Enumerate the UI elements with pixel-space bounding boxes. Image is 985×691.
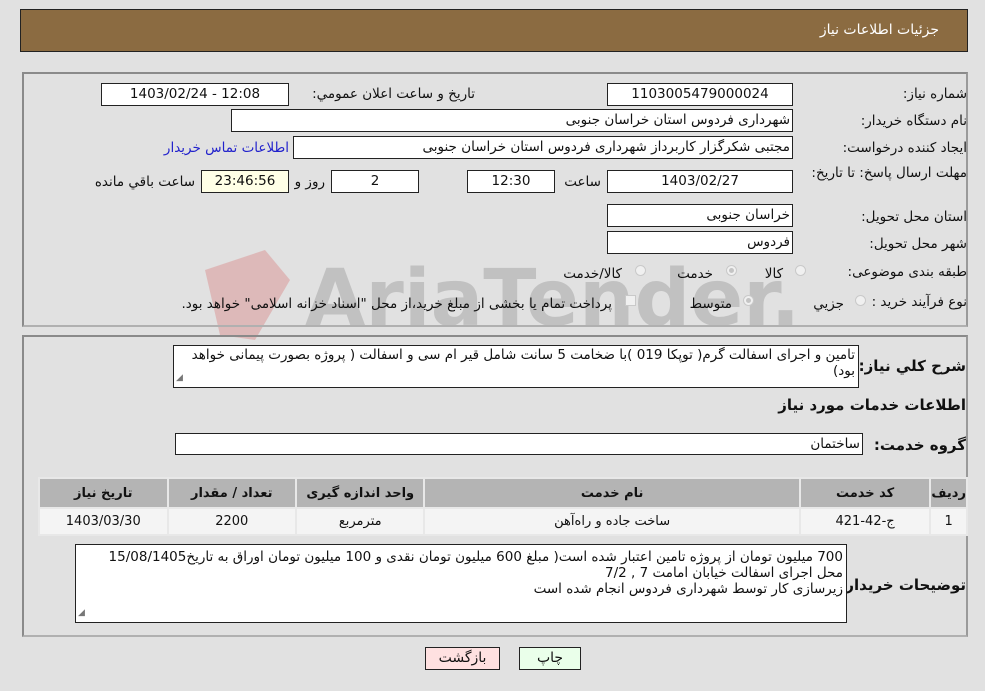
- buyer-notes-textarea[interactable]: 700 میلیون تومان از پروژه تامین اعتبار ش…: [75, 544, 847, 623]
- description-label: شرح كلي نياز:: [858, 357, 966, 375]
- description-text: تامین و اجرای اسفالت گرم( توپکا 019 )با …: [191, 347, 855, 379]
- requester-field: مجتبی شکرگزار کاربرداز شهرداری فردوس است…: [293, 136, 793, 159]
- announce-datetime-label: تاریخ و ساعت اعلان عمومي:: [312, 86, 475, 102]
- deadline-date-field: 1403/02/27: [607, 170, 793, 193]
- purchase-type-option-minor: جزيي: [813, 296, 844, 312]
- need-number-field: 1103005479000024: [607, 83, 793, 106]
- col-quantity: تعداد / مقدار: [168, 479, 295, 507]
- purchase-type-label: نوع فرآیند خرید :: [871, 294, 967, 310]
- need-number-label: شماره نیاز:: [902, 86, 967, 102]
- services-table: ردیف کد خدمت نام خدمت واحد اندازه گیری ت…: [38, 477, 968, 536]
- requester-label: ایجاد کننده درخواست:: [842, 140, 967, 156]
- treasury-checkbox[interactable]: [625, 295, 636, 306]
- delivery-province-label: استان محل تحویل:: [861, 209, 967, 225]
- cell-row-number: 1: [931, 509, 966, 534]
- buyer-org-field: شهرداری فردوس استان خراسان جنوبی: [231, 109, 793, 132]
- col-service-code: کد خدمت: [800, 479, 930, 507]
- cell-unit: مترمربع: [296, 509, 424, 534]
- category-option-goods: کالا: [764, 266, 783, 282]
- cell-service-code: ج-42-421: [800, 509, 930, 534]
- col-unit: واحد اندازه گیری: [296, 479, 424, 507]
- resize-grip-icon[interactable]: ◢: [176, 370, 183, 386]
- description-textarea[interactable]: تامین و اجرای اسفالت گرم( توپکا 019 )با …: [173, 345, 859, 388]
- page-header: جزئیات اطلاعات نیاز: [20, 9, 968, 52]
- services-table-header: ردیف کد خدمت نام خدمت واحد اندازه گیری ت…: [40, 479, 966, 507]
- delivery-province-field: خراسان جنوبی: [607, 204, 793, 227]
- buyer-org-label: نام دستگاه خریدار:: [860, 113, 967, 129]
- treasury-checkbox-label: پرداخت تمام یا بخشی از مبلغ خرید،از محل …: [181, 296, 612, 312]
- buyer-contact-link[interactable]: اطلاعات تماس خریدار: [164, 140, 289, 156]
- days-label: روز و: [294, 174, 325, 190]
- delivery-city-field: فردوس: [607, 231, 793, 254]
- buyer-notes-line: زیرسازی کار توسط شهرداری فردوس انجام شده…: [533, 581, 843, 597]
- col-row-number: ردیف: [931, 479, 966, 507]
- cell-service-name: ساخت جاده و راه‌آهن: [425, 509, 799, 534]
- announce-datetime-field: 1403/02/24 - 12:08: [101, 83, 289, 106]
- category-label: طبقه بندی موضوعی:: [847, 264, 967, 280]
- delivery-city-label: شهر محل تحویل:: [869, 236, 967, 252]
- cell-quantity: 2200: [168, 509, 295, 534]
- services-section-title: اطلاعات خدمات مورد نیاز: [778, 396, 966, 414]
- buyer-notes-label: توضیحات خریدار:: [839, 576, 966, 594]
- page-title: جزئیات اطلاعات نیاز: [819, 22, 939, 38]
- service-group-label: گروه خدمت:: [873, 436, 966, 454]
- table-row: 1 ج-42-421 ساخت جاده و راه‌آهن مترمربع 2…: [40, 509, 966, 534]
- purchase-type-radio-medium[interactable]: [743, 295, 754, 306]
- col-service-name: نام خدمت: [425, 479, 799, 507]
- purchase-type-option-medium: متوسط: [689, 296, 732, 312]
- purchase-type-radio-minor[interactable]: [855, 295, 866, 306]
- cell-need-date: 1403/03/30: [40, 509, 167, 534]
- time-remaining-field: 23:46:56: [201, 170, 289, 193]
- back-button[interactable]: بازگشت: [425, 647, 500, 670]
- category-radio-goods[interactable]: [795, 265, 806, 276]
- buyer-notes-line: محل اجرای اسفالت خیابان امامت 7 , 7/2: [605, 565, 843, 581]
- deadline-label: مهلت ارسال پاسخ: تا تاریخ:: [811, 165, 967, 181]
- category-radio-service[interactable]: [726, 265, 737, 276]
- buyer-notes-line: 700 میلیون تومان از پروژه تامین اعتبار ش…: [108, 549, 843, 565]
- category-option-goods-service: کالا/خدمت: [563, 266, 622, 282]
- resize-grip-icon[interactable]: ◢: [78, 605, 85, 621]
- time-remaining-label: ساعت باقي مانده: [94, 174, 195, 190]
- category-option-service: خدمت: [677, 266, 713, 282]
- col-need-date: تاریخ نیاز: [40, 479, 167, 507]
- print-button[interactable]: چاپ: [519, 647, 581, 670]
- service-group-field: ساختمان: [175, 433, 863, 455]
- days-remaining-field: 2: [331, 170, 419, 193]
- deadline-time-field: 12:30: [467, 170, 555, 193]
- category-radio-goods-service[interactable]: [635, 265, 646, 276]
- deadline-time-label: ساعت: [564, 174, 601, 190]
